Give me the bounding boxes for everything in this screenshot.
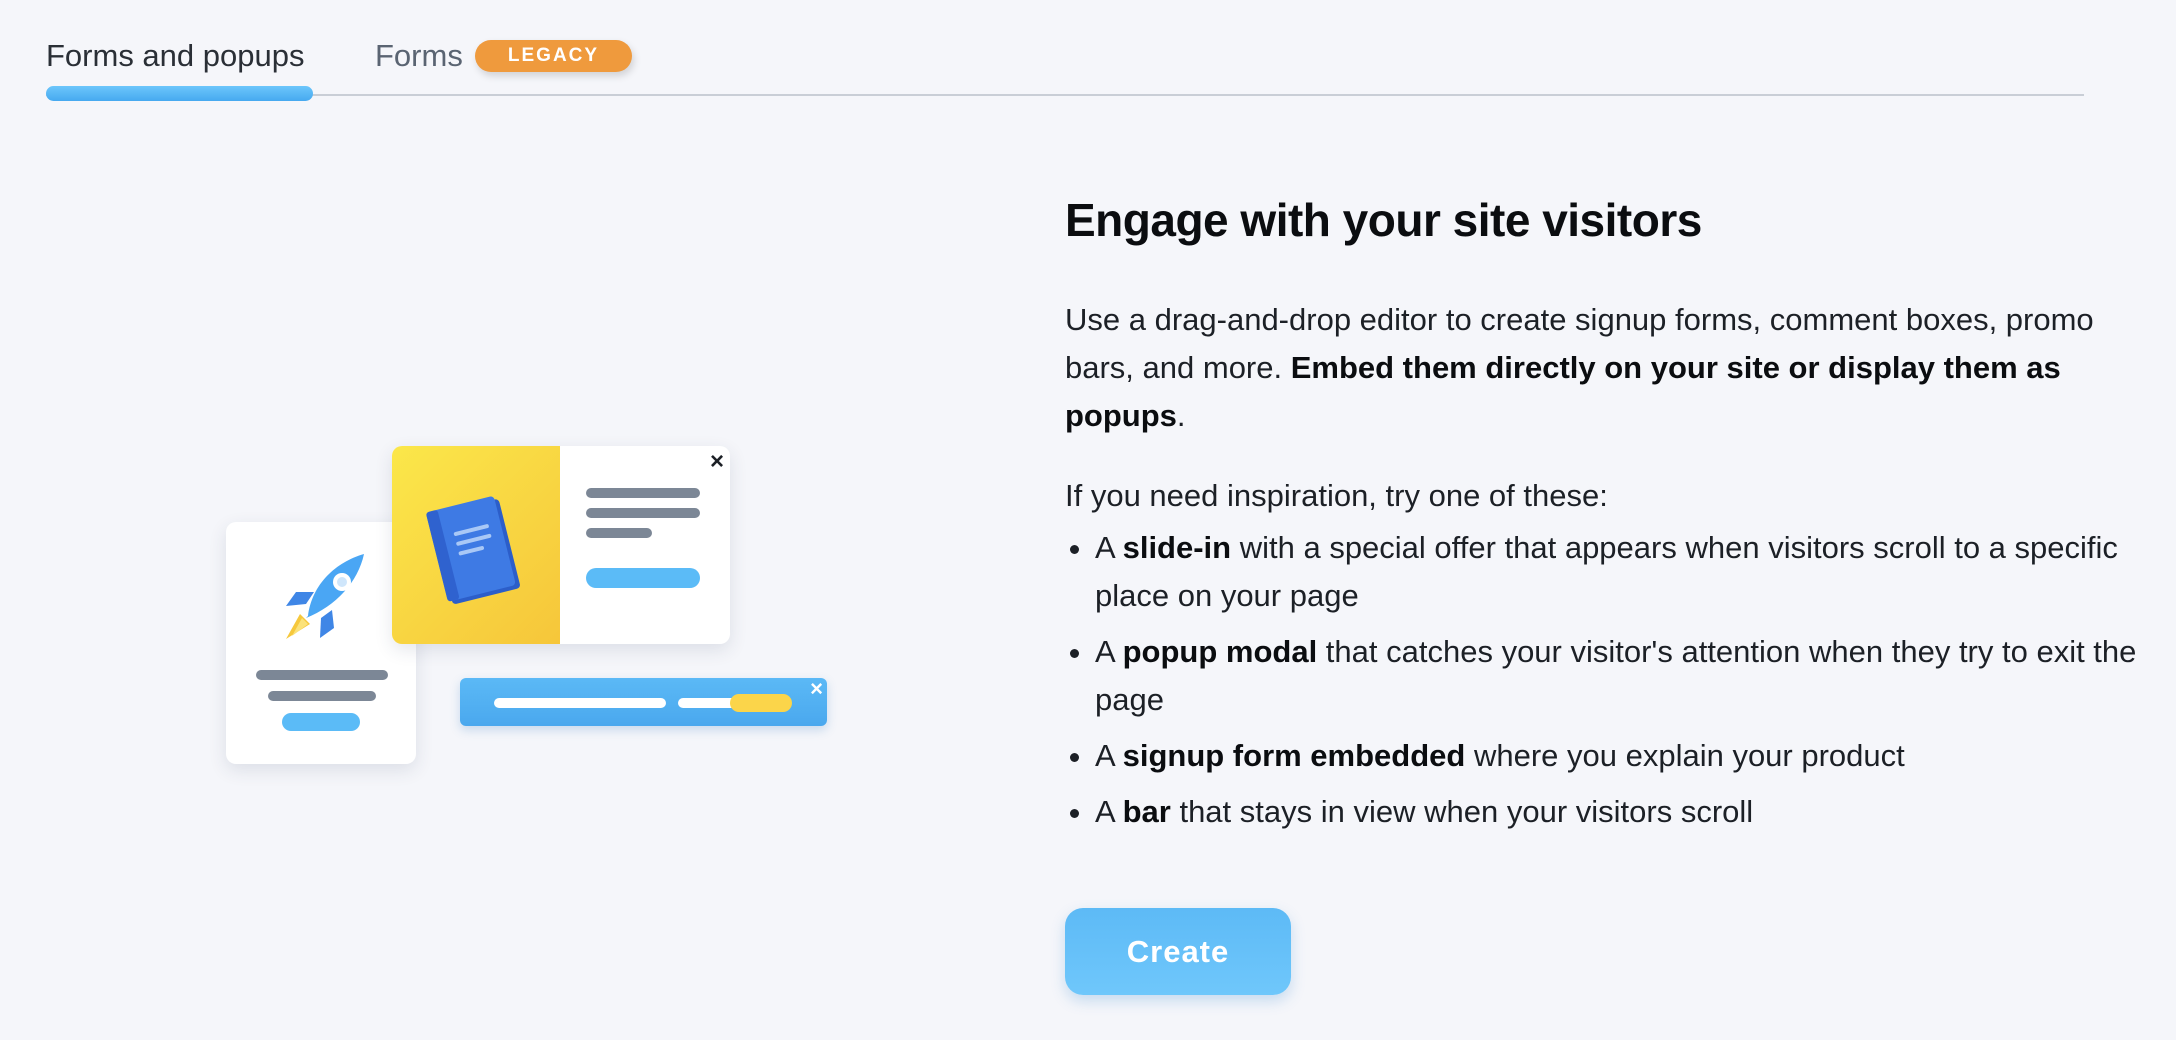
- book-icon: [426, 496, 520, 604]
- list-item: A bar that stays in view when your visit…: [1095, 788, 2145, 836]
- forms-illustration: × ×: [220, 440, 840, 770]
- page-title: Engage with your site visitors: [1065, 194, 1702, 246]
- text-line: [586, 528, 652, 538]
- button-placeholder: [586, 568, 700, 588]
- idea-prefix: A: [1095, 794, 1123, 829]
- idea-highlight: bar: [1122, 794, 1171, 829]
- idea-prefix: A: [1095, 738, 1123, 773]
- ideas-list: A slide-in with a special offer that app…: [1065, 524, 2145, 836]
- idea-description: with a special offer that appears when v…: [1095, 530, 2118, 613]
- idea-highlight: slide-in: [1122, 530, 1232, 565]
- rocket-icon: [286, 554, 364, 639]
- tab-forms-and-popups[interactable]: Forms and popups: [46, 36, 304, 76]
- active-tab-indicator: [46, 86, 313, 101]
- text-line: [586, 488, 700, 498]
- idea-description: that stays in view when your visitors sc…: [1170, 794, 1754, 829]
- close-icon[interactable]: ×: [710, 448, 724, 476]
- idea-highlight: signup form embedded: [1122, 738, 1466, 773]
- promo-bar: ×: [460, 676, 827, 726]
- list-item: A popup modal that catches your visitor'…: [1095, 628, 2145, 724]
- button-placeholder: [730, 694, 792, 712]
- intro-paragraph: Use a drag-and-drop editor to create sig…: [1065, 296, 2145, 440]
- intro-end: .: [1176, 398, 1186, 433]
- tab-bar: Forms and popups Forms LEGACY: [46, 0, 2084, 101]
- idea-prefix: A: [1095, 634, 1123, 669]
- legacy-badge: LEGACY: [475, 40, 632, 72]
- text-line: [256, 670, 388, 680]
- idea-prefix: A: [1095, 530, 1123, 565]
- slide-in-card: [226, 522, 416, 764]
- close-icon[interactable]: ×: [810, 676, 823, 702]
- popup-card: ×: [392, 446, 730, 644]
- list-item: A signup form embedded where you explain…: [1095, 732, 2145, 780]
- inspiration-text: If you need inspiration, try one of thes…: [1065, 478, 1608, 513]
- text-line: [268, 691, 376, 701]
- button-placeholder: [282, 713, 360, 731]
- text-line: [494, 698, 666, 708]
- tab-forms[interactable]: Forms: [375, 36, 463, 76]
- text-line: [586, 508, 700, 518]
- popup-image-panel: [392, 446, 560, 644]
- idea-description: where you explain your product: [1465, 738, 1905, 773]
- create-button[interactable]: Create: [1065, 908, 1291, 995]
- main-content: Engage with your site visitors Use a dra…: [1065, 190, 2145, 844]
- list-item: A slide-in with a special offer that app…: [1095, 524, 2145, 620]
- idea-highlight: popup modal: [1122, 634, 1318, 669]
